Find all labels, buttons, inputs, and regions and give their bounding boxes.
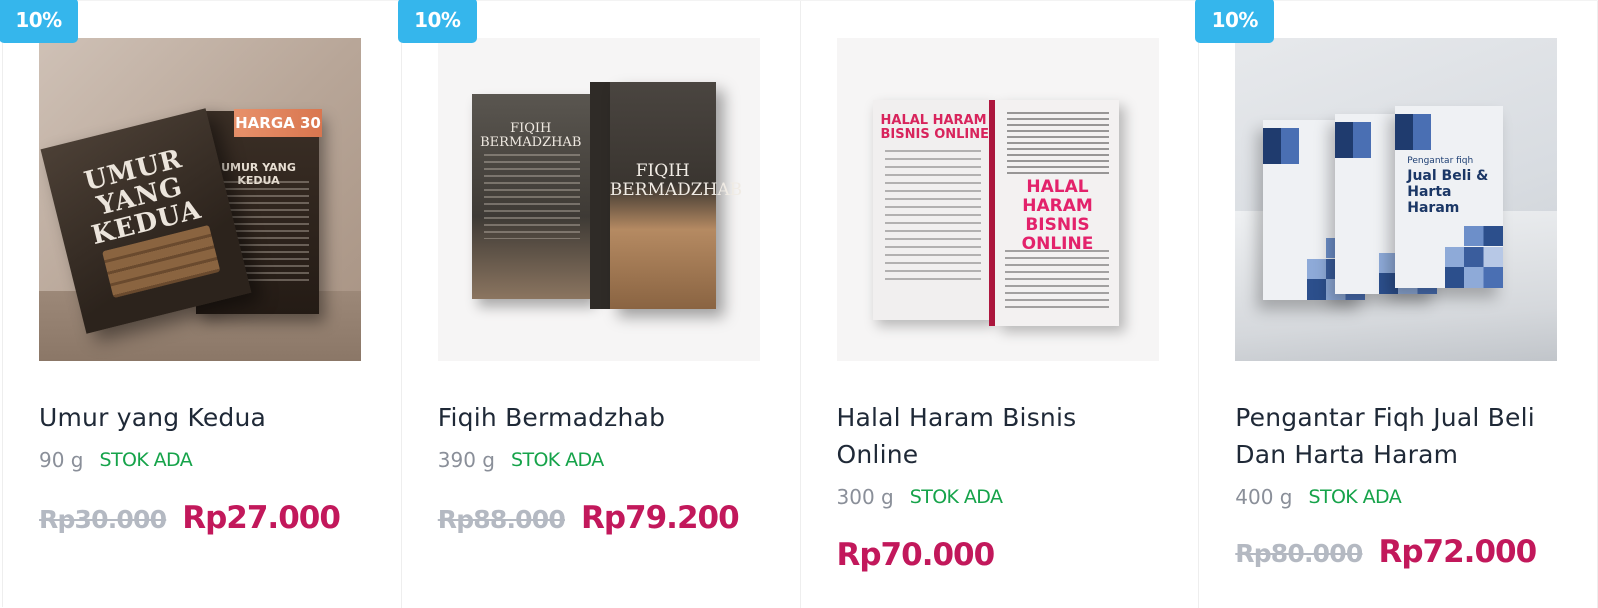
book-front-cover: FIQIH BERMADZHAB — [609, 82, 743, 309]
sale-price: Rp27.000 — [182, 500, 341, 536]
product-meta: 390 g STOK ADA — [438, 445, 764, 475]
book-back-cover: HALAL HARAM BISNIS ONLINE — [872, 100, 991, 320]
product-image: HARGA 30 UMUR YANG KEDUA UMUR YANG KEDUA — [39, 38, 361, 361]
stock-status: STOK ADA — [510, 449, 604, 471]
product-card[interactable]: FIQIH BERMADZHAB FIQIH BERMADZHAB 10% Fi… — [397, 0, 801, 608]
original-price: Rp30.000 — [39, 505, 167, 534]
sale-price: Rp72.000 — [1378, 534, 1537, 570]
product-weight: 400 g — [1235, 485, 1293, 509]
book-cover-title: Jual Beli & Harta Haram — [1407, 168, 1489, 216]
price-tag-sticker: HARGA 30 — [234, 109, 322, 137]
book-back-title: FIQIH BERMADZHAB — [480, 121, 582, 150]
price-row: Rp30.000 Rp27.000 — [39, 500, 365, 540]
product-image-link[interactable]: Pengantar fiqh Jual Beli & Harta Haram — [1235, 38, 1558, 361]
product-meta: 400 g STOK ADA — [1235, 482, 1561, 512]
product-title[interactable]: Halal Haram Bisnis Online — [837, 399, 1163, 473]
product-image: HALAL HARAM BISNIS ONLINE HALAL HARAM BI… — [836, 38, 1159, 361]
book-cover-title: HALAL HARAM BISNIS ONLINE — [1021, 177, 1094, 254]
discount-badge: 10% — [0, 0, 78, 43]
stock-status: STOK ADA — [909, 486, 1003, 508]
sale-price: Rp70.000 — [836, 537, 996, 573]
price-row: Rp80.000 Rp72.000 — [1235, 534, 1561, 574]
product-grid: HARGA 30 UMUR YANG KEDUA UMUR YANG KEDUA… — [0, 0, 1598, 608]
discount-badge: 10% — [397, 0, 477, 43]
book-front-cover: HALAL HARAM BISNIS ONLINE — [994, 100, 1119, 326]
product-meta: 90 g STOK ADA — [39, 445, 365, 475]
product-meta: 300 g STOK ADA — [837, 482, 1163, 512]
book-cover-title: FIQIH BERMADZHAB — [609, 161, 743, 200]
book-back-title: HALAL HARAM BISNIS ONLINE — [880, 113, 990, 142]
price-row: Rp70.000 — [837, 537, 1163, 577]
product-weight: 390 g — [437, 448, 495, 472]
product-image-link[interactable]: FIQIH BERMADZHAB FIQIH BERMADZHAB — [437, 38, 760, 361]
product-card[interactable]: HARGA 30 UMUR YANG KEDUA UMUR YANG KEDUA… — [0, 0, 402, 608]
product-image-link[interactable]: HARGA 30 UMUR YANG KEDUA UMUR YANG KEDUA — [39, 38, 361, 361]
product-image: FIQIH BERMADZHAB FIQIH BERMADZHAB — [437, 38, 760, 361]
book-cover-subtitle: Pengantar fiqh — [1407, 156, 1474, 166]
product-title[interactable]: Umur yang Kedua — [39, 399, 365, 436]
book-front-cover: Pengantar fiqh Jual Beli & Harta Haram — [1395, 106, 1504, 288]
discount-badge: 10% — [1195, 0, 1275, 43]
product-weight: 90 g — [39, 448, 84, 472]
product-weight: 300 g — [836, 485, 894, 509]
product-image-link[interactable]: HALAL HARAM BISNIS ONLINE HALAL HARAM BI… — [836, 38, 1159, 361]
stock-status: STOK ADA — [99, 449, 193, 471]
original-price: Rp88.000 — [437, 505, 566, 534]
book-back-cover: FIQIH BERMADZHAB — [471, 94, 590, 299]
book-spine — [589, 82, 610, 309]
price-row: Rp88.000 Rp79.200 — [438, 500, 764, 540]
product-title[interactable]: Pengantar Fiqh Jual Beli Dan Harta Haram — [1235, 399, 1561, 473]
product-title[interactable]: Fiqih Bermadzhab — [438, 399, 764, 436]
stock-status: STOK ADA — [1308, 486, 1402, 508]
original-price: Rp80.000 — [1235, 539, 1363, 568]
product-card[interactable]: HALAL HARAM BISNIS ONLINE HALAL HARAM BI… — [801, 1, 1200, 608]
sale-price: Rp79.200 — [580, 500, 740, 536]
product-image: Pengantar fiqh Jual Beli & Harta Haram — [1235, 38, 1558, 361]
product-card[interactable]: Pengantar fiqh Jual Beli & Harta Haram 1… — [1195, 0, 1598, 608]
